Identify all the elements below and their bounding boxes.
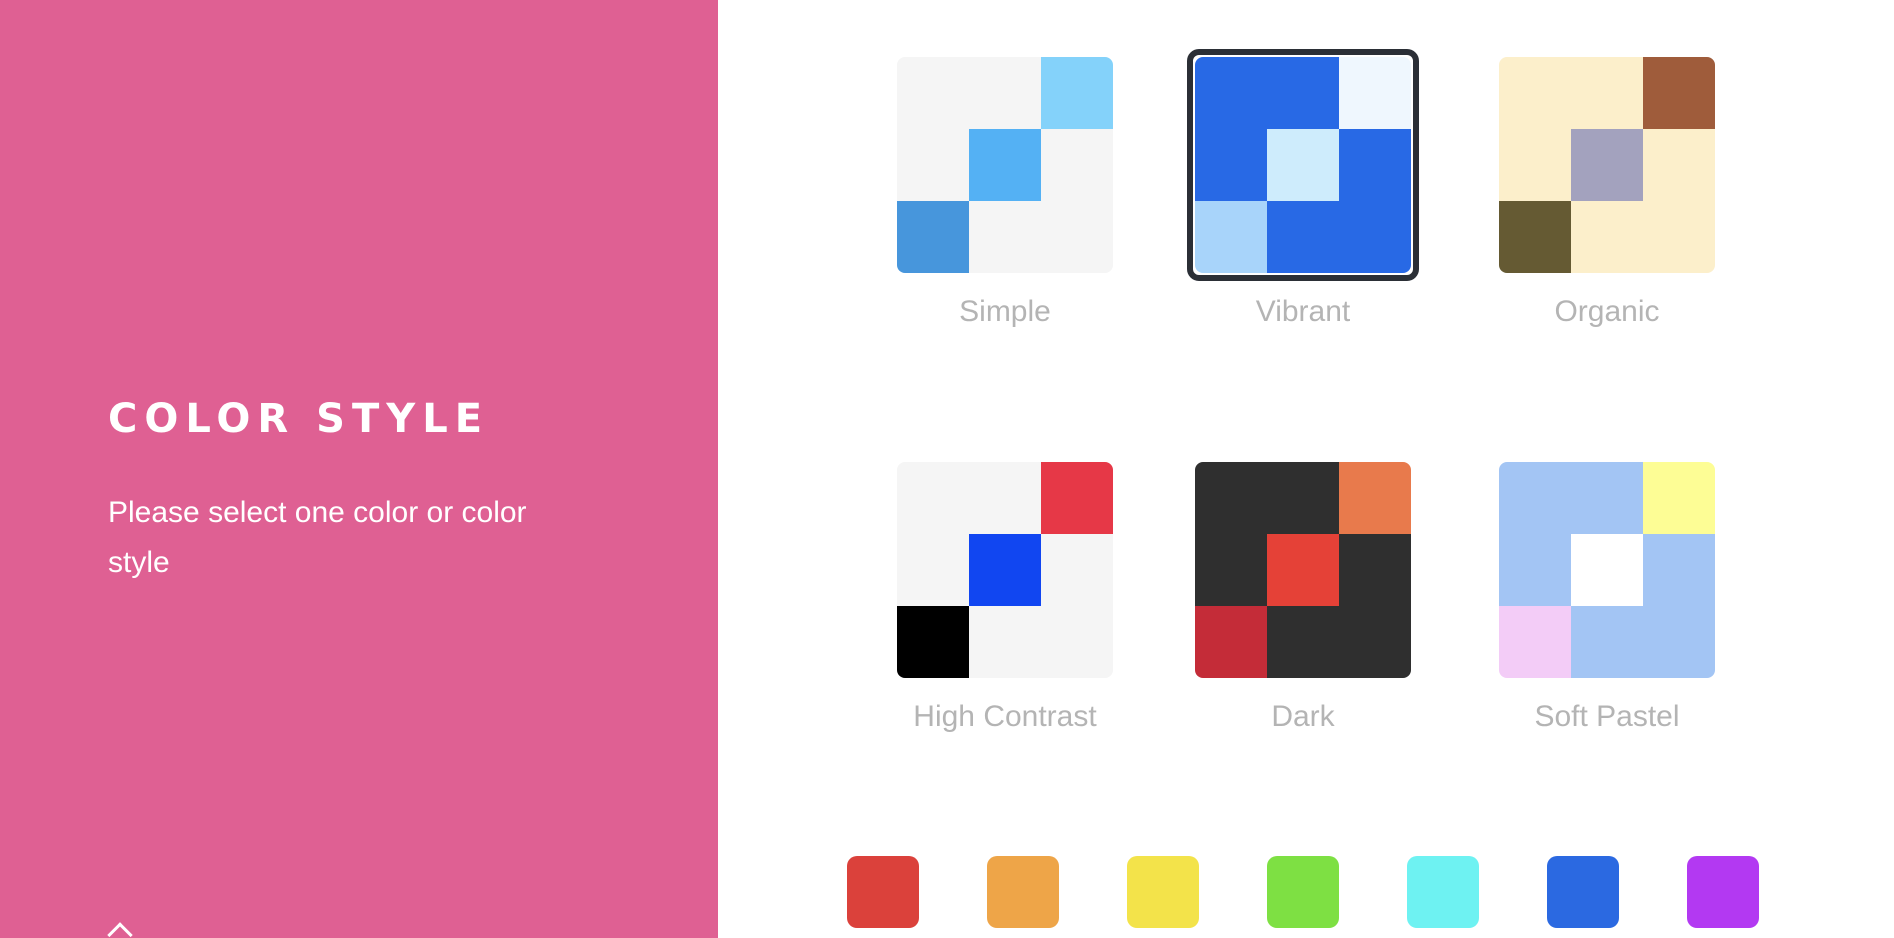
swatch-cell [969,606,1041,678]
swatch-cell [897,57,969,129]
page-title: COLOR STYLE [108,396,490,442]
color-option-green[interactable] [1267,856,1339,928]
swatch-cell [1499,534,1571,606]
swatch-cell [1571,201,1643,273]
swatch-cell [1499,57,1571,129]
style-swatch [897,57,1113,273]
swatch-cell [1267,606,1339,678]
swatch-cell [1499,201,1571,273]
style-label: Soft Pastel [1534,700,1680,733]
color-option-purple[interactable] [1687,856,1759,928]
swatch-cell [1195,534,1267,606]
swatch-cell [1041,462,1113,534]
swatch-cell [1195,606,1267,678]
color-option-cyan[interactable] [1407,856,1479,928]
swatch-cell [1339,462,1411,534]
swatch-cell [897,129,969,201]
swatch-cell [969,57,1041,129]
swatch-cell [897,606,969,678]
swatch-cell [969,462,1041,534]
style-label: Vibrant [1255,295,1351,328]
color-option-orange[interactable] [987,856,1059,928]
style-option-soft-pastel[interactable]: Soft Pastel [1491,454,1715,744]
swatch-cell [1041,534,1113,606]
color-option-yellow[interactable] [1127,856,1199,928]
swatch-cell [1041,201,1113,273]
swatch-cell [1195,462,1267,534]
swatch-cell [1267,462,1339,534]
swatch-cell [1195,201,1267,273]
swatch-cell [1643,201,1715,273]
swatch-cell [1643,57,1715,129]
swatch-cell [1499,462,1571,534]
swatch-cell [1267,57,1339,129]
swatch-cell [1643,129,1715,201]
swatch-cell [1499,129,1571,201]
swatch-cell [969,534,1041,606]
swatch-cell [1571,534,1643,606]
swatch-cell [897,201,969,273]
swatch-cell [1339,57,1411,129]
page-description: Please select one color or color style [108,496,527,579]
swatch-cell [1195,57,1267,129]
style-option-vibrant[interactable]: Vibrant [1187,49,1419,339]
swatch-cell [1041,57,1113,129]
info-panel: COLOR STYLE Please select one color or c… [0,0,718,938]
swatch-cell [1339,534,1411,606]
style-picker: Simple Vibrant Organic High Contrast Dar… [718,0,1894,938]
swatch-cell [1643,606,1715,678]
swatch-cell [1643,462,1715,534]
style-label: Organic [1554,295,1660,328]
swatch-cell [1267,534,1339,606]
style-swatch [897,462,1113,678]
swatch-cell [1571,57,1643,129]
swatch-cell [1571,606,1643,678]
swatch-cell [897,462,969,534]
color-option-red[interactable] [847,856,919,928]
swatch-cell [1339,129,1411,201]
color-option-blue[interactable] [1547,856,1619,928]
swatch-cell [1267,201,1339,273]
swatch-cell [1643,534,1715,606]
swatch-cell [1571,129,1643,201]
style-swatch [1195,462,1411,678]
style-label: Dark [1271,700,1335,733]
swatch-cell [1267,129,1339,201]
swatch-cell [1571,462,1643,534]
style-option-high-contrast[interactable]: High Contrast [889,454,1113,744]
swatch-cell [1195,129,1267,201]
style-swatch [1499,57,1715,273]
style-option-organic[interactable]: Organic [1491,49,1715,339]
style-swatch [1499,462,1715,678]
swatch-cell [897,534,969,606]
swatch-cell [1041,606,1113,678]
style-label: High Contrast [913,700,1097,733]
swatch-cell [969,129,1041,201]
swatch-cell [1339,201,1411,273]
style-label: Simple [959,295,1051,328]
swatch-cell [1499,606,1571,678]
style-option-simple[interactable]: Simple [889,49,1113,339]
swatch-cell [1041,129,1113,201]
style-swatch [1195,57,1411,273]
swatch-cell [969,201,1041,273]
style-option-dark[interactable]: Dark [1187,454,1411,744]
up-arrow-icon[interactable] [107,922,133,938]
swatch-cell [1339,606,1411,678]
